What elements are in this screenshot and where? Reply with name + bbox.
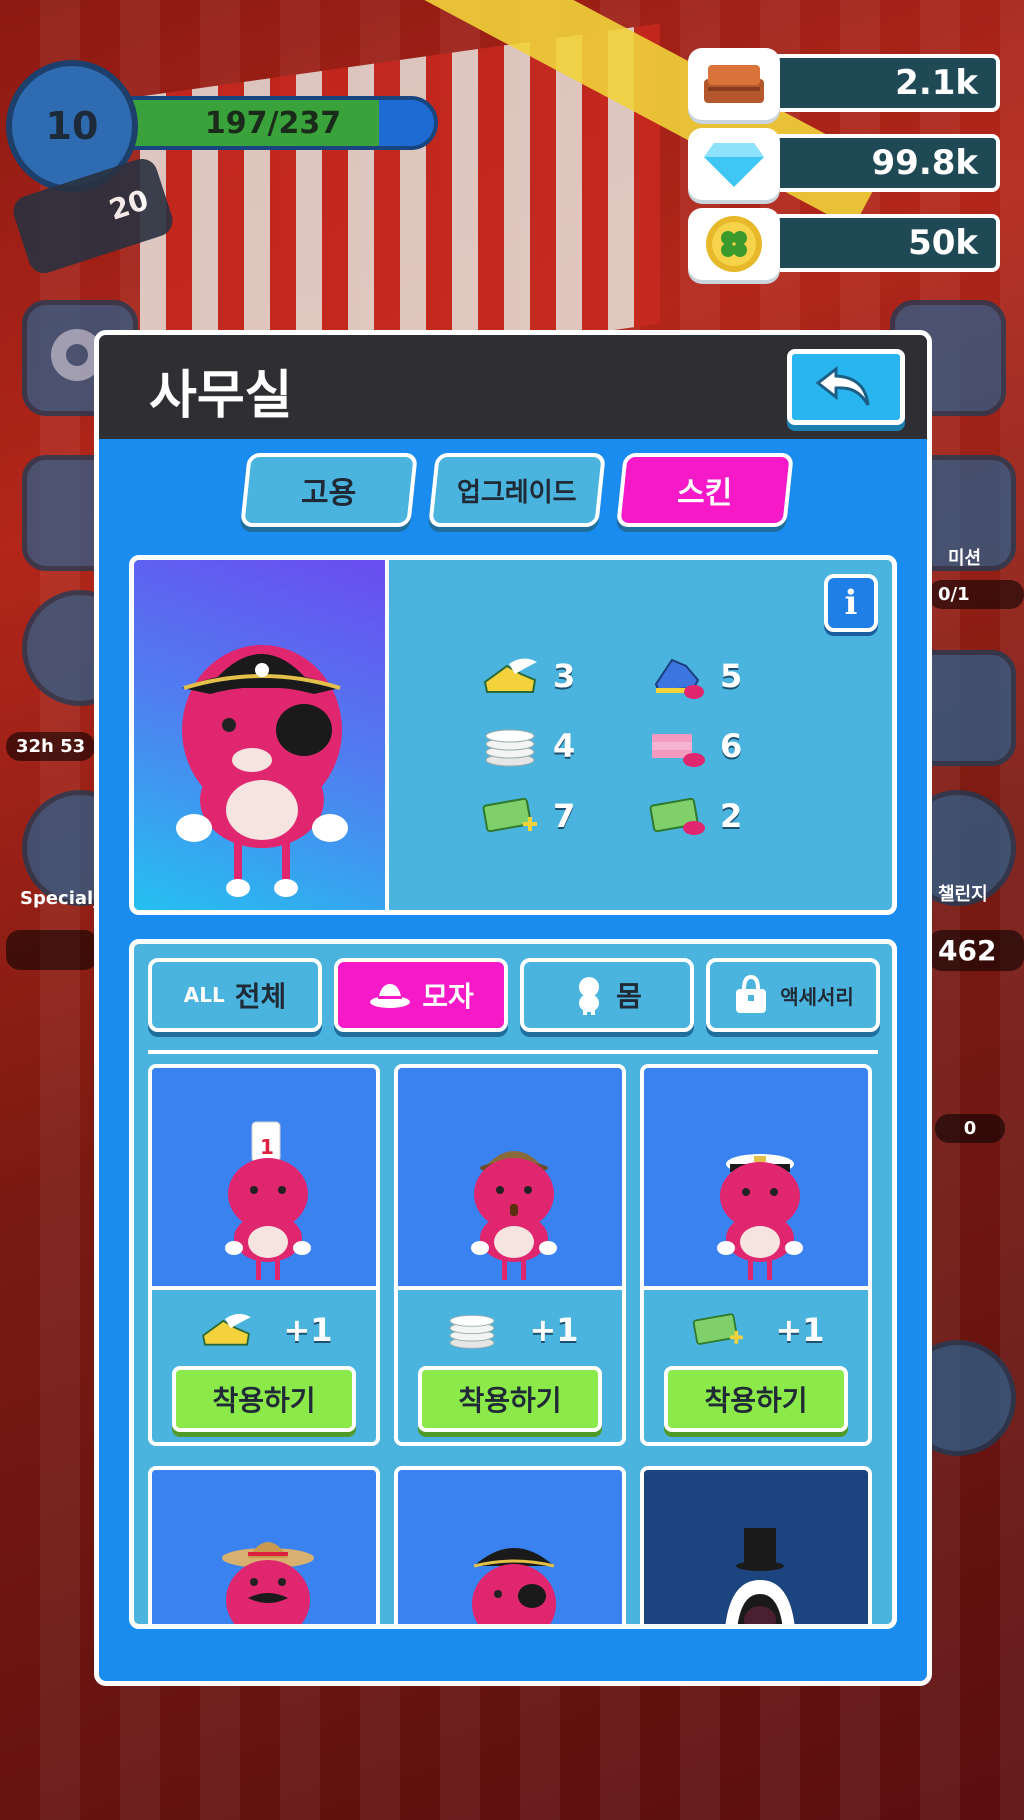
skin-preview: i 3 5 4 6 7 2 [129,555,897,915]
back-button[interactable] [787,349,905,425]
pirate-hat-character-icon [472,1548,556,1624]
currency-clover[interactable]: 50k [688,208,1000,280]
tab-hire[interactable]: 고용 [240,453,418,527]
skin-card-image [398,1068,622,1290]
info-button[interactable]: i [824,574,878,632]
chef-hat-character-icon: 1 [225,1121,311,1280]
skin-card-image [644,1068,868,1290]
captain-hat-character-icon [717,1154,803,1280]
cash-plus-icon [693,1313,744,1345]
left-timer: 32h 53 [6,732,96,761]
tab-upgrade[interactable]: 업그레이드 [428,453,606,527]
undo-arrow-icon [815,365,870,406]
stat-skate: 5 [646,652,742,700]
left-timer-2 [6,930,98,970]
skin-card-reward: +1 [152,1304,376,1356]
skin-card-reward-value: +1 [529,1311,579,1349]
hat-icon [370,984,411,1008]
diamond-icon [688,128,780,200]
stat-cash: 7 [479,792,575,840]
skin-list: ALL 전체 모자 몸 액세서리 1 +1 착용하기 +1 착용하기 +1 착용… [129,939,897,1629]
currency-gems[interactable]: 99.8k [688,128,1000,200]
mission-label: 미션 [948,548,982,569]
stat-plates-value: 4 [553,727,576,765]
filter-body[interactable]: 몸 [520,958,694,1032]
skin-card-pirate[interactable] [394,1466,626,1624]
skin-card-reward: +1 [644,1304,868,1356]
category-filters: ALL 전체 모자 몸 액세서리 [148,958,880,1034]
stat-plates: 4 [479,722,575,770]
pirate-character-icon [176,645,348,897]
plate-stack-icon [479,722,541,770]
svg-text:1: 1 [260,1135,274,1159]
bag-icon [736,975,767,1013]
level-progress-bar: 197/237 [108,96,438,150]
skin-card-image: 1 [152,1068,376,1290]
tab-hire-label: 고용 [301,476,357,511]
office-panel: 사무실 고용 업그레이드 스킨 i 3 5 4 6 7 2 ALL 전체 모자 … [94,330,932,1686]
panel-header: 사무실 [99,335,927,439]
brick-stack-icon [688,48,780,120]
tab-skin-label: 스킨 [677,476,733,511]
filter-body-label: 몸 [616,980,642,1013]
stat-cash-value: 7 [553,797,576,835]
clover-coin-icon [688,208,780,280]
currency-bricks[interactable]: 2.1k [688,48,1000,120]
top-hat-character-icon [725,1528,795,1624]
stat-skate-value: 5 [720,657,743,695]
sombrero-character-icon [222,1542,314,1624]
plate-stack-icon [449,1314,495,1349]
level-progress-text: 197/237 [204,105,342,141]
skin-card-detective[interactable]: +1 착용하기 [394,1064,626,1446]
panel-title: 사무실 [149,366,293,426]
body-icon [579,977,600,1015]
skin-card-captain[interactable]: +1 착용하기 [640,1064,872,1446]
filter-accessory-label: 액세서리 [780,984,854,1009]
skin-card-reward-value: +1 [283,1311,333,1349]
pink-plates-heart-icon [646,722,708,770]
mission-count: 0/1 [928,580,1024,609]
equip-button[interactable]: 착용하기 [664,1366,848,1432]
filter-accessory[interactable]: 액세서리 [706,958,880,1032]
level-indicator: 197/237 10 20 [9,66,438,278]
character-preview-image [134,560,389,910]
equip-button[interactable]: 착용하기 [172,1366,356,1432]
skin-card-image [644,1470,868,1624]
skin-card-sombrero[interactable] [148,1466,380,1624]
challenge-label: 챌린지 [938,884,988,905]
cash-heart-icon [646,792,708,840]
filter-all-label: 전체 [234,980,287,1013]
filter-all[interactable]: ALL 전체 [148,958,322,1032]
skin-card-reward: +1 [398,1304,622,1356]
detective-hat-character-icon [471,1151,557,1280]
skin-card-tophat[interactable] [640,1466,872,1624]
winged-shoe-icon [202,1313,252,1346]
skin-card-chef[interactable]: 1 +1 착용하기 [148,1064,380,1446]
winged-shoe-icon [479,652,541,700]
equip-button[interactable]: 착용하기 [418,1366,602,1432]
tab-upgrade-label: 업그레이드 [457,477,577,508]
stat-pink-plates-value: 6 [720,727,743,765]
skin-card-image [398,1470,622,1624]
tab-skin[interactable]: 스킨 [616,453,794,527]
skate-heart-icon [646,652,708,700]
challenge-value: 462 [928,930,1024,971]
right-zero: 0 [935,1114,1005,1143]
cash-plus-icon [479,792,541,840]
skin-card-image [152,1470,376,1624]
stat-speed: 3 [479,652,575,700]
filter-hat[interactable]: 모자 [334,958,508,1032]
stat-cash-heart-value: 2 [720,797,743,835]
filter-hat-label: 모자 [422,980,474,1013]
filter-divider [148,1050,878,1054]
stat-speed-value: 3 [553,657,576,695]
filter-all-prefix: ALL [183,983,225,1007]
skin-card-reward-value: +1 [775,1311,825,1349]
stat-cash-heart: 2 [646,792,742,840]
panel-tabs: 고용 업그레이드 스킨 [240,453,804,529]
stat-pink-plates: 6 [646,722,742,770]
